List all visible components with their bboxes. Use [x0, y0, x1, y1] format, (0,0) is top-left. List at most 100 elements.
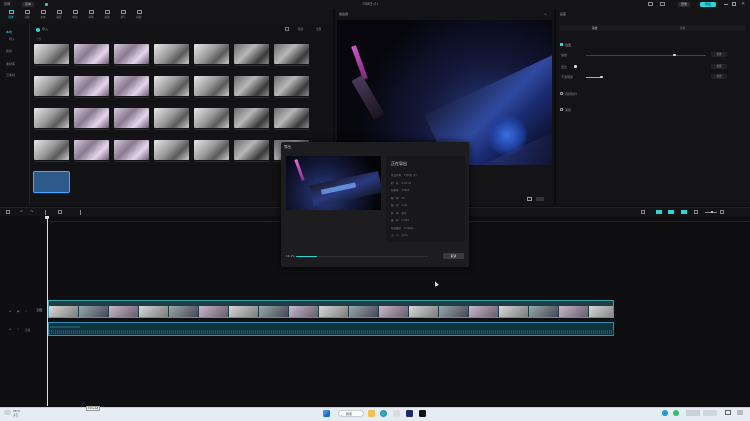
media-thumbnail[interactable] — [154, 108, 189, 128]
audio-lock-icon[interactable]: ⊕ — [9, 328, 11, 331]
lock-icon[interactable]: ⊕ — [9, 310, 11, 313]
zoom-knob[interactable] — [711, 211, 713, 213]
preview-axis-toggle[interactable] — [681, 210, 687, 214]
split-icon[interactable] — [45, 210, 46, 215]
beauty-checkbox[interactable] — [560, 108, 563, 111]
media-thumbnail[interactable] — [114, 44, 149, 64]
media-thumbnail[interactable] — [234, 76, 269, 96]
filter-label[interactable]: 筛选 — [298, 27, 303, 31]
media-thumbnail[interactable] — [154, 44, 189, 64]
shortcut-icon[interactable] — [660, 2, 665, 6]
playhead[interactable] — [47, 216, 48, 406]
cover-label[interactable]: 封面 — [36, 308, 44, 312]
media-thumbnail[interactable] — [34, 108, 69, 128]
view-toggle-icon[interactable] — [285, 27, 289, 31]
sort-button[interactable]: 全部 — [316, 27, 321, 31]
opacity-knob[interactable] — [600, 75, 603, 78]
tool-6[interactable]: 滤镜 — [101, 10, 113, 19]
reset-opacity-button[interactable]: 重置 — [711, 74, 727, 79]
media-thumbnail[interactable] — [194, 108, 229, 128]
media-thumbnail[interactable] — [74, 140, 109, 160]
premiere-icon[interactable] — [406, 410, 413, 417]
cancel-button[interactable]: 取消 — [443, 253, 464, 259]
media-thumbnail[interactable] — [194, 140, 229, 160]
maximize-icon[interactable] — [732, 2, 736, 6]
tool-0[interactable]: 媒体 — [5, 10, 17, 19]
delete-icon[interactable] — [58, 210, 62, 214]
freeze-icon[interactable] — [80, 210, 83, 215]
capcut-taskbar-icon[interactable] — [419, 410, 426, 417]
media-thumbnail[interactable] — [154, 140, 189, 160]
redo-icon[interactable]: ↷ — [30, 209, 33, 214]
playhead-handle[interactable] — [45, 216, 49, 219]
show-desktop-button[interactable] — [737, 410, 743, 415]
tray-icon-2[interactable] — [673, 410, 679, 416]
mute-icon[interactable]: ♪ — [25, 310, 27, 313]
media-thumbnail[interactable] — [114, 108, 149, 128]
reset-scale-button[interactable]: 重置 — [711, 52, 727, 57]
media-thumbnail[interactable] — [274, 108, 309, 128]
tool-4[interactable]: 特效 — [69, 10, 81, 19]
sort-label[interactable]: 全部 — [36, 37, 41, 41]
position-checkbox[interactable] — [560, 43, 563, 46]
file-explorer-icon[interactable] — [368, 410, 375, 417]
tray-clock[interactable] — [686, 410, 700, 416]
media-thumbnail[interactable] — [34, 44, 69, 64]
zoom-in-icon[interactable] — [720, 210, 724, 214]
tool-8[interactable]: 模板 — [133, 10, 145, 19]
import-label[interactable]: 导入 — [42, 27, 48, 31]
media-thumbnail[interactable] — [154, 76, 189, 96]
audio-speaker-icon[interactable]: ♪ — [17, 328, 19, 331]
eye-icon[interactable]: ◉ — [17, 310, 19, 313]
notification-icon[interactable] — [725, 410, 731, 415]
export-button[interactable]: 导出 — [700, 2, 716, 7]
edge-browser-icon[interactable] — [380, 410, 387, 417]
tab-matting[interactable]: 抠像 — [680, 26, 685, 30]
zoom-out-icon[interactable] — [694, 210, 698, 214]
tool-5[interactable]: 转场 — [85, 10, 97, 19]
menu-badge[interactable]: 菜单 — [22, 2, 34, 7]
scale-slider[interactable] — [586, 54, 706, 56]
windows-start-icon[interactable] — [323, 410, 330, 417]
sidebar-item-import[interactable]: 导入 — [9, 37, 15, 41]
ratio-button[interactable] — [536, 197, 544, 201]
weather-temp[interactable]: 28°C — [13, 409, 20, 413]
weather-icon[interactable] — [4, 410, 11, 415]
login-button[interactable]: 登录 — [678, 2, 690, 7]
select-tool-icon[interactable] — [6, 210, 10, 214]
media-thumbnail[interactable] — [34, 76, 69, 96]
sidebar-item-mine[interactable]: 我的 — [6, 49, 12, 53]
layout-icon[interactable] — [648, 2, 653, 6]
store-icon[interactable] — [393, 410, 400, 417]
sidebar-item-library[interactable]: 素材库 — [6, 62, 15, 66]
blend-knob[interactable] — [574, 65, 577, 68]
import-icon[interactable] — [36, 28, 40, 32]
link-toggle[interactable] — [668, 210, 674, 214]
media-thumbnail[interactable] — [114, 76, 149, 96]
media-thumbnail[interactable] — [194, 76, 229, 96]
app-menu-label[interactable]: 剪映 — [4, 0, 10, 9]
reset-blend-button[interactable]: 重置 — [711, 64, 727, 69]
tool-7[interactable]: 调节 — [117, 10, 129, 19]
media-thumbnail[interactable] — [74, 108, 109, 128]
weather-desc[interactable]: 多云 — [13, 413, 18, 417]
fullscreen-icon[interactable] — [527, 197, 532, 201]
media-thumbnail[interactable] — [274, 44, 309, 64]
close-icon[interactable]: × — [741, 1, 745, 7]
minimize-icon[interactable] — [724, 4, 728, 5]
media-thumbnail[interactable] — [74, 44, 109, 64]
media-thumbnail[interactable] — [274, 76, 309, 96]
video-track-clip[interactable] — [48, 300, 614, 318]
sidebar-item-cloud[interactable]: 云素材 — [6, 73, 15, 77]
media-thumbnail[interactable] — [74, 76, 109, 96]
tool-3[interactable]: 贴纸 — [53, 10, 65, 19]
media-thumbnail[interactable] — [33, 171, 70, 193]
undo-icon[interactable]: ↶ — [20, 209, 23, 214]
media-thumbnail[interactable] — [234, 44, 269, 64]
tray-icon-1[interactable] — [662, 410, 668, 416]
player-menu-icon[interactable]: ≡ — [544, 12, 547, 16]
media-thumbnail[interactable] — [234, 140, 269, 160]
media-thumbnail[interactable] — [194, 44, 229, 64]
snap-toggle[interactable] — [656, 210, 662, 214]
media-thumbnail[interactable] — [34, 140, 69, 160]
